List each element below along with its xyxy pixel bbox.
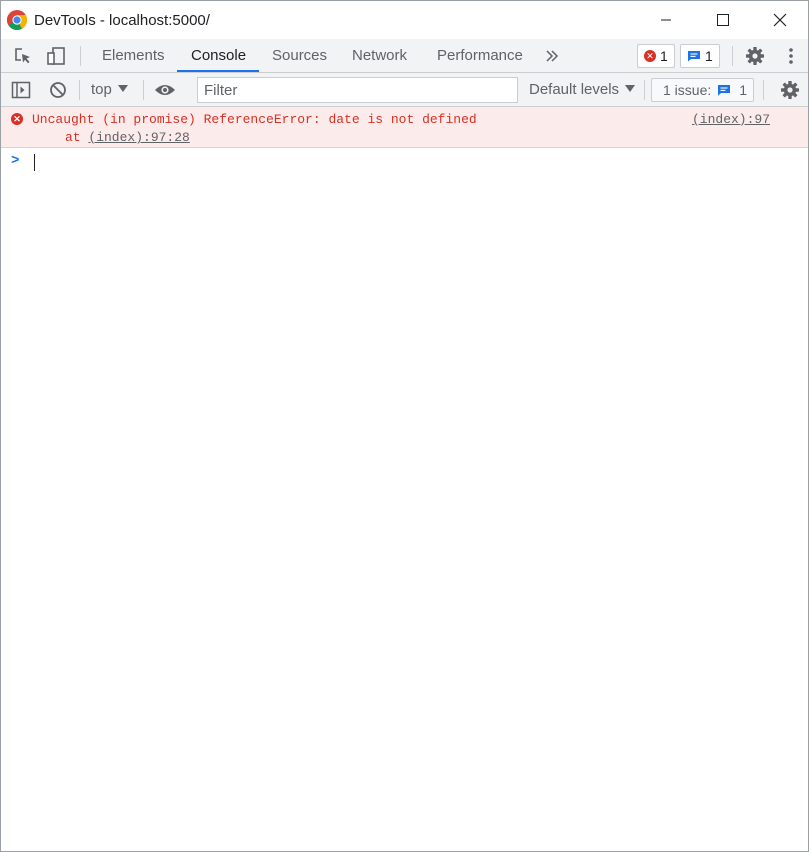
issues-count: 1 <box>739 82 748 98</box>
message-icon <box>688 51 700 62</box>
message-icon <box>718 85 731 96</box>
tab-sources[interactable]: Sources <box>258 39 341 72</box>
tab-performance[interactable]: Performance <box>423 39 537 72</box>
filter-input[interactable] <box>197 77 518 103</box>
issues-button[interactable]: 1 issue: 1 <box>651 78 755 102</box>
close-button[interactable] <box>757 1 803 39</box>
message-count: 1 <box>705 48 713 64</box>
main-tab-bar: Elements Console Sources Network Perform… <box>1 39 808 73</box>
console-toolbar: top Default levels 1 issue: 1 <box>1 73 808 107</box>
device-toggle-button[interactable] <box>45 45 67 67</box>
chevron-double-right-icon <box>546 50 559 62</box>
more-tabs-button[interactable] <box>541 45 563 67</box>
chrome-logo-icon <box>7 10 27 30</box>
prompt-chevron-icon: > <box>11 153 20 169</box>
text-cursor <box>34 154 35 171</box>
toolbar-divider <box>79 80 80 100</box>
stack-trace-link[interactable]: (index):97:28 <box>88 130 189 145</box>
clear-console-button[interactable] <box>47 79 69 101</box>
error-count-badge[interactable]: ✕ 1 <box>637 44 675 68</box>
eye-icon <box>155 85 175 95</box>
tab-elements[interactable]: Elements <box>88 39 179 72</box>
stack-prefix: at <box>65 130 89 145</box>
issues-label: 1 issue: <box>663 82 712 98</box>
toolbar-divider <box>644 80 645 100</box>
caret-down-icon <box>117 85 128 92</box>
console-error-message: ✕ Uncaught (in promise) ReferenceError: … <box>1 107 808 148</box>
log-levels-dropdown[interactable]: Default levels <box>523 73 641 107</box>
toolbar-divider <box>763 80 764 100</box>
toolbar-divider <box>732 46 733 66</box>
inspect-element-icon <box>15 48 30 64</box>
maximize-icon <box>717 14 729 26</box>
minimize-icon <box>661 19 671 21</box>
devtools-window: DevTools - localhost:5000/ Elements Cons <box>0 0 809 852</box>
error-icon: ✕ <box>11 113 23 125</box>
console-settings-button[interactable] <box>779 79 801 101</box>
sidebar-toggle-button[interactable] <box>10 79 32 101</box>
active-tab-indicator <box>177 70 259 72</box>
error-source-link[interactable]: (index):97 <box>692 112 770 127</box>
toolbar-divider <box>143 80 144 100</box>
gear-icon <box>781 81 799 99</box>
error-count: 1 <box>660 48 668 64</box>
inspect-element-button[interactable] <box>12 45 34 67</box>
settings-button[interactable] <box>744 45 766 67</box>
error-text: Uncaught (in promise) ReferenceError: da… <box>32 112 477 127</box>
device-toggle-icon <box>47 47 65 65</box>
close-icon <box>773 13 787 27</box>
tab-console[interactable]: Console <box>177 39 260 72</box>
gear-icon <box>746 47 764 65</box>
context-selector[interactable]: top <box>85 73 134 107</box>
error-icon: ✕ <box>644 50 656 62</box>
toolbar-divider <box>80 46 81 66</box>
kebab-menu-icon <box>789 48 793 64</box>
console-prompt[interactable]: > <box>1 149 808 175</box>
window-title: DevTools - localhost:5000/ <box>34 12 210 29</box>
context-value: top <box>91 81 112 98</box>
sidebar-toggle-icon <box>11 81 31 99</box>
live-expression-button[interactable] <box>154 79 176 101</box>
log-levels-value: Default levels <box>529 81 620 98</box>
customize-menu-button[interactable] <box>780 45 802 67</box>
clear-console-icon <box>50 82 66 98</box>
message-count-badge[interactable]: 1 <box>680 44 720 68</box>
minimize-button[interactable] <box>643 1 689 39</box>
stack-trace-line: at (index):97:28 <box>65 130 190 145</box>
tab-network[interactable]: Network <box>338 39 421 72</box>
title-bar: DevTools - localhost:5000/ <box>1 1 808 39</box>
caret-down-icon <box>625 85 636 92</box>
maximize-button[interactable] <box>700 1 746 39</box>
